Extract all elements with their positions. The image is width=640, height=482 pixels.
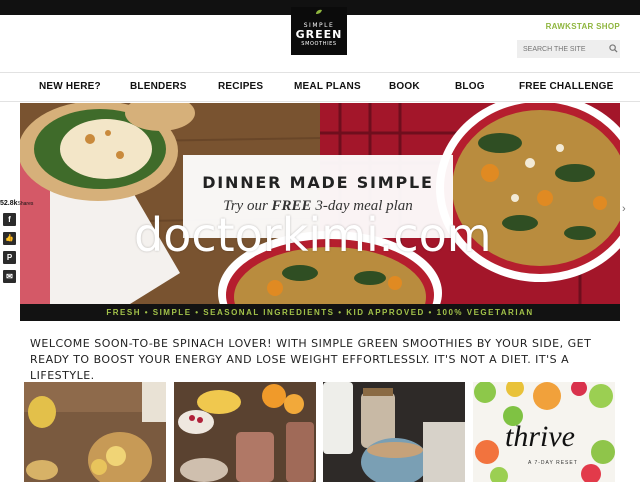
thumbnail-tea[interactable]	[24, 382, 166, 482]
site-logo[interactable]: SIMPLE GREEN SMOOTHIES	[291, 7, 347, 55]
thrive-subtitle: A 7-DAY RESET	[528, 460, 578, 466]
tea-image	[24, 382, 166, 482]
welcome-text: WELCOME SOON-TO-BE SPINACH LOVER! WITH S…	[30, 337, 592, 382]
nav-item-blenders[interactable]: BLENDERS	[130, 81, 187, 92]
share-count-label: Shares	[17, 201, 34, 207]
search-icon[interactable]	[609, 44, 618, 53]
nav-item-free-challenge[interactable]: FREE CHALLENGE	[519, 81, 613, 92]
share-count: 52.8kShares	[0, 200, 33, 207]
coffee-image	[323, 382, 465, 482]
facebook-share-icon[interactable]: f	[3, 213, 16, 226]
thumbnail-coffee[interactable]	[323, 382, 465, 482]
thumbnail-smoothie[interactable]	[174, 382, 316, 482]
pinterest-share-icon[interactable]: P	[3, 251, 16, 264]
nav-item-blog[interactable]: BLOG	[455, 81, 485, 92]
thrive-title: thrive	[505, 420, 575, 453]
chevron-right-icon[interactable]: ›	[622, 203, 626, 215]
main-nav: NEW HERE? BLENDERS RECIPES MEAL PLANS BO…	[0, 72, 640, 102]
smoothie-image	[174, 382, 316, 482]
logo-line-smoothies: SMOOTHIES	[301, 40, 337, 47]
logo-line-green: GREEN	[295, 27, 343, 41]
search-input[interactable]	[517, 40, 620, 58]
nav-item-book[interactable]: BOOK	[389, 81, 420, 92]
leaf-icon	[316, 9, 322, 14]
like-share-icon[interactable]: 👍	[3, 232, 16, 245]
thumbnail-thrive[interactable]: thrive A 7-DAY RESET	[473, 382, 615, 482]
hero-title: DINNER MADE SIMPLE	[202, 173, 434, 192]
watermark: doctorkimi.com	[134, 208, 492, 262]
rawkstar-shop-link[interactable]: RAWKSTAR SHOP	[546, 22, 620, 31]
share-count-value: 52.8k	[0, 200, 18, 207]
nav-item-new-here[interactable]: NEW HERE?	[39, 81, 101, 92]
nav-item-meal-plans[interactable]: MEAL PLANS	[294, 81, 361, 92]
email-share-icon[interactable]: ✉	[3, 270, 16, 283]
nav-item-recipes[interactable]: RECIPES	[218, 81, 263, 92]
hero-tagline-strip: FRESH • SIMPLE • SEASONAL INGREDIENTS • …	[20, 304, 620, 321]
